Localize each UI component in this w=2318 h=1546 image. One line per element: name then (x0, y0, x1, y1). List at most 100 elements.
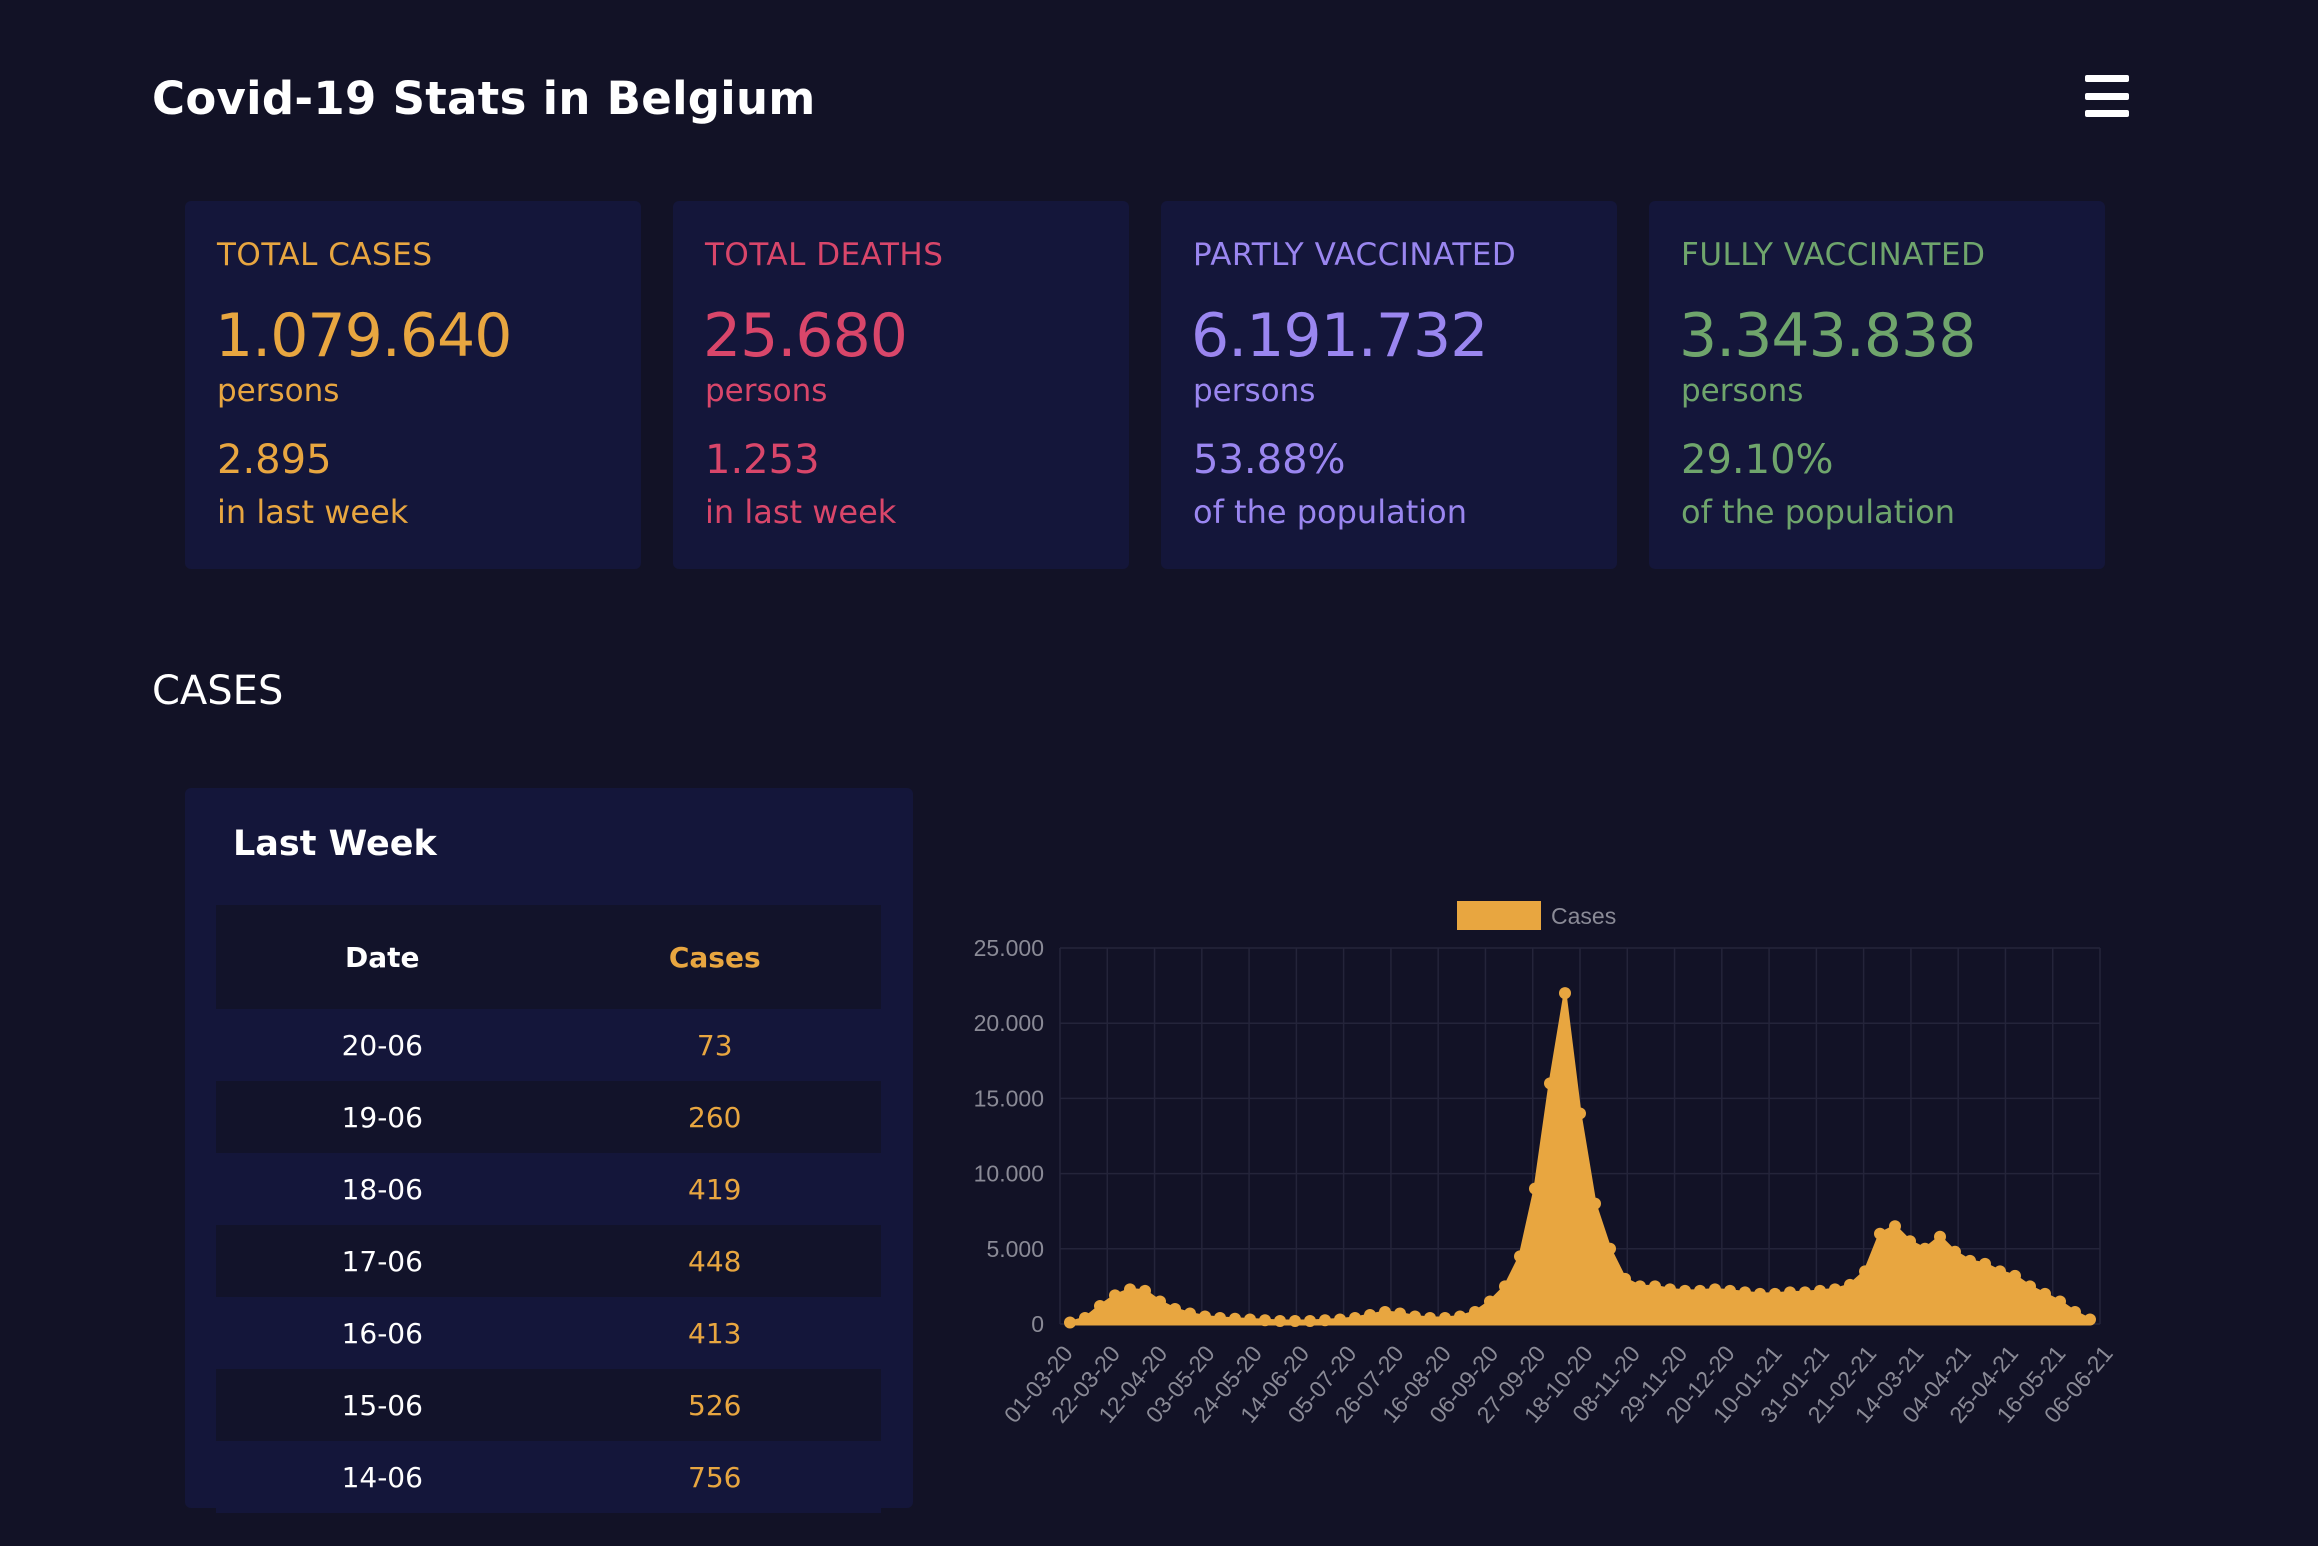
data-point (1769, 1287, 1781, 1300)
cases-cell: 413 (688, 1316, 742, 1350)
data-point (1379, 1305, 1391, 1318)
stat-card-partly-vaccinated: PARTLY VACCINATED 6.191.732 persons 53.8… (1161, 201, 1617, 569)
date-cell: 17-06 (341, 1244, 423, 1278)
data-point (1889, 1220, 1901, 1233)
data-point (1859, 1265, 1871, 1278)
stat-sub-value: 1.253 (705, 437, 820, 483)
data-point (1544, 1077, 1556, 1090)
data-point (1424, 1311, 1436, 1324)
data-point (1169, 1302, 1181, 1315)
cases-cell: 526 (688, 1388, 742, 1422)
data-point (1724, 1284, 1736, 1297)
data-point (1829, 1283, 1841, 1296)
table-row: 14-06 756 (216, 1441, 881, 1513)
stat-label: FULLY VACCINATED (1681, 237, 1986, 273)
data-point (2069, 1305, 2081, 1318)
y-tick-label: 25.000 (974, 935, 1044, 961)
stat-value: 3.343.838 (1679, 301, 1976, 371)
section-title-cases: CASES (152, 668, 284, 714)
data-point (1754, 1287, 1766, 1300)
data-point (2024, 1280, 2036, 1293)
data-point (1439, 1311, 1451, 1324)
date-cell: 18-06 (341, 1172, 423, 1206)
data-point (1109, 1289, 1121, 1302)
y-tick-label: 10.000 (974, 1161, 1044, 1187)
legend-swatch (1457, 901, 1541, 930)
date-cell: 20-06 (341, 1028, 423, 1062)
table-row: 18-06 419 (216, 1153, 881, 1225)
last-week-table: Date Cases 20-06 73 19-06 260 18-06 419 … (216, 905, 881, 1513)
data-point (1514, 1250, 1526, 1263)
table-row: 17-06 448 (216, 1225, 881, 1297)
data-point (1259, 1314, 1271, 1327)
stat-value: 6.191.732 (1191, 301, 1488, 371)
menu-bar (2085, 110, 2129, 117)
data-point (1979, 1257, 1991, 1270)
date-cell: 16-06 (341, 1316, 423, 1350)
data-point (1079, 1311, 1091, 1324)
stat-sub-value: 53.88% (1193, 437, 1346, 483)
data-point (2054, 1295, 2066, 1308)
data-point (1124, 1283, 1136, 1296)
data-point (1484, 1295, 1496, 1308)
data-point (1184, 1307, 1196, 1320)
data-point (1529, 1182, 1541, 1195)
data-point (1304, 1314, 1316, 1327)
date-cell: 14-06 (341, 1460, 423, 1494)
data-point (1949, 1245, 1961, 1258)
cases-cell: 756 (688, 1460, 742, 1494)
data-point (1094, 1299, 1106, 1312)
data-point (1064, 1316, 1076, 1329)
data-point (1349, 1311, 1361, 1324)
cases-chart-svg: Cases05.00010.00015.00020.00025.00001-03… (974, 901, 2118, 1428)
table-header-row: Date Cases (216, 905, 881, 1009)
stat-label: TOTAL DEATHS (705, 237, 944, 273)
data-point (2039, 1287, 2051, 1300)
column-header-cases: Cases (548, 905, 881, 1009)
cases-cell: 448 (688, 1244, 742, 1278)
data-point (1919, 1242, 1931, 1255)
stat-unit: persons (1193, 373, 1316, 409)
data-point (1454, 1310, 1466, 1323)
menu-bar (2085, 75, 2129, 82)
data-point (1799, 1286, 1811, 1299)
data-point (1289, 1314, 1301, 1327)
data-point (1904, 1235, 1916, 1248)
menu-bar (2085, 92, 2129, 100)
cases-cell: 260 (688, 1100, 742, 1134)
data-point (1244, 1313, 1256, 1326)
hamburger-menu-icon[interactable] (2085, 75, 2131, 117)
data-point (1649, 1280, 1661, 1293)
column-header-date: Date (216, 905, 549, 1009)
data-point (1679, 1284, 1691, 1297)
data-point (1364, 1308, 1376, 1321)
y-tick-label: 15.000 (974, 1085, 1044, 1111)
data-point (1499, 1280, 1511, 1293)
stat-card-total-deaths: TOTAL DEATHS 25.680 persons 1.253 in las… (673, 201, 1129, 569)
stat-card-total-cases: TOTAL CASES 1.079.640 persons 2.895 in l… (185, 201, 641, 569)
date-cell: 15-06 (341, 1388, 423, 1422)
date-cell: 19-06 (341, 1100, 423, 1134)
stat-sub-value: 2.895 (217, 437, 332, 483)
data-point (1619, 1272, 1631, 1285)
data-point (1589, 1197, 1601, 1210)
last-week-card: Last Week Date Cases 20-06 73 19-06 260 … (185, 788, 913, 1513)
data-point (1574, 1107, 1586, 1120)
data-point (1274, 1314, 1286, 1327)
data-point (2084, 1313, 2096, 1326)
stat-value: 25.680 (703, 301, 908, 371)
stat-label: TOTAL CASES (217, 237, 433, 273)
table-row: 19-06 260 (216, 1081, 881, 1153)
data-point (1694, 1284, 1706, 1297)
data-point (1844, 1278, 1856, 1291)
data-point (1199, 1310, 1211, 1323)
data-point (1994, 1265, 2006, 1278)
data-point (1709, 1283, 1721, 1296)
stat-sub-label: in last week (705, 493, 897, 531)
data-point (2009, 1269, 2021, 1282)
cases-chart: Cases 0 5.000 10.000 15.000 20.000 25.000 01-03… (960, 880, 2120, 1470)
data-point (1334, 1313, 1346, 1326)
data-point (1319, 1314, 1331, 1327)
table-row: 15-06 526 (216, 1369, 881, 1441)
data-point (1469, 1305, 1481, 1318)
